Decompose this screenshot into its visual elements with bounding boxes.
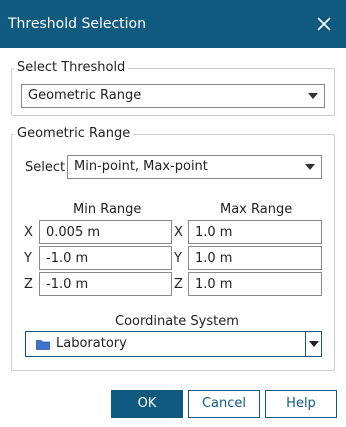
select-mode-label: Select [25,160,66,175]
axis-label-z-max: Z [174,277,183,292]
chevron-down-icon [308,93,318,99]
geometric-range-group-label: Geometric Range [14,126,134,142]
axis-label-x-min: X [24,225,33,240]
threshold-type-select[interactable]: Geometric Range [21,84,325,108]
threshold-type-value: Geometric Range [28,88,142,103]
axis-label-x-max: X [174,225,183,240]
min-x-input[interactable] [39,220,172,244]
coordinate-system-select[interactable]: Laboratory [25,331,322,357]
axis-label-y-max: Y [174,251,182,266]
min-y-input[interactable] [39,246,172,270]
ok-button[interactable]: OK [111,390,183,418]
min-range-header: Min Range [73,202,142,217]
axis-label-y-min: Y [24,251,32,266]
threshold-selection-dialog: Threshold Selection Select Threshold Geo… [0,0,346,427]
max-range-header: Max Range [220,202,293,217]
range-mode-value: Min-point, Max-point [74,159,208,174]
max-x-input[interactable] [188,220,322,244]
range-mode-select[interactable]: Min-point, Max-point [67,155,322,179]
dropdown-divider [305,332,306,356]
chevron-down-icon [309,341,319,347]
coordinate-system-value: Laboratory [56,336,127,351]
title-bar: Threshold Selection [0,0,346,48]
folder-icon [36,339,50,350]
max-z-input[interactable] [188,272,322,296]
coordinate-system-label: Coordinate System [115,314,239,329]
chevron-down-icon [305,164,315,170]
cancel-button[interactable]: Cancel [188,390,260,418]
max-y-input[interactable] [188,246,322,270]
select-threshold-group-label: Select Threshold [14,60,129,76]
close-icon[interactable] [312,12,336,36]
dialog-title: Threshold Selection [8,16,146,32]
help-button[interactable]: Help [265,390,337,418]
min-z-input[interactable] [39,272,172,296]
axis-label-z-min: Z [24,277,33,292]
